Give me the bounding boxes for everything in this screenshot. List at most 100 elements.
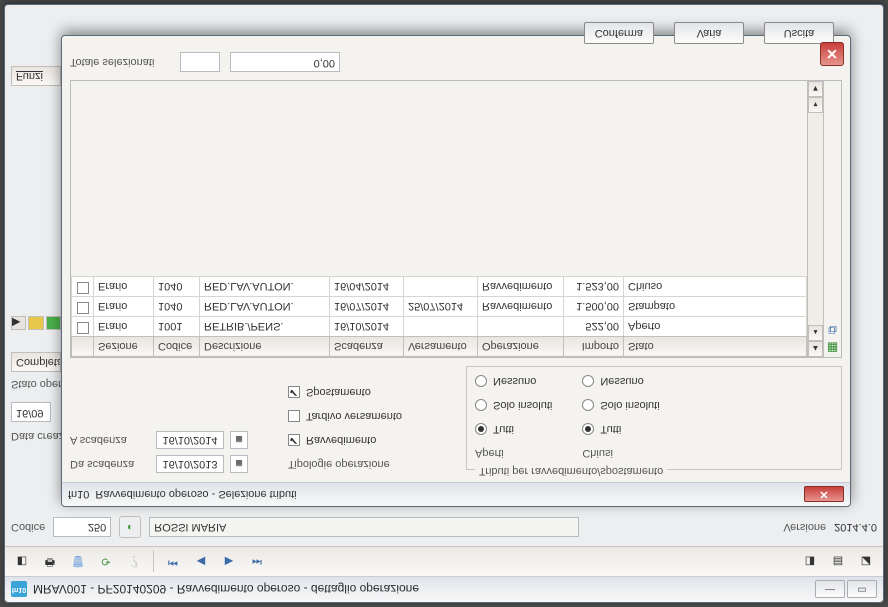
totals-row: Totale selezionati 0,00 xyxy=(70,52,842,72)
aperti-tutti-label: Tutti xyxy=(493,423,514,435)
cell-stato: Chiuso xyxy=(624,277,807,297)
scroll-down-icon[interactable]: ▼ xyxy=(808,81,823,97)
panel-bottom-icon[interactable]: ◪ xyxy=(855,551,877,573)
col-sel[interactable] xyxy=(72,337,94,357)
da-scadenza-input[interactable] xyxy=(156,455,224,473)
spostamento-label: Spostamento xyxy=(306,386,371,398)
col-importo[interactable]: Importo xyxy=(564,337,624,357)
row-checkbox[interactable] xyxy=(77,282,89,294)
menu-funzioni[interactable]: Funzi xyxy=(11,66,61,86)
tardivo-checkbox[interactable] xyxy=(288,410,300,422)
scroll-up2-icon[interactable]: ▴ xyxy=(808,325,823,341)
dialog-icon: fn10 xyxy=(68,489,89,501)
table-row[interactable]: Erario1040RED.LAV.AUTON.16/04/2014Ravved… xyxy=(72,277,807,297)
conferma-button[interactable]: Conferma xyxy=(584,22,654,44)
dialog-titlebar: fn10 Ravvedimento operoso - Selezione tr… xyxy=(62,482,850,506)
led-3[interactable] xyxy=(46,316,61,330)
col-stato[interactable]: Stato xyxy=(624,337,807,357)
varia-button[interactable]: Varia xyxy=(674,22,744,44)
tab-completate[interactable]: Completate xyxy=(11,352,61,372)
codice-name-field xyxy=(149,517,579,537)
cell-sezione: Erario xyxy=(94,277,154,297)
table-copy-icon[interactable]: ⧉ xyxy=(824,321,841,339)
statoop-label: Stato operazione xyxy=(11,372,61,394)
led-1[interactable]: ▶ xyxy=(11,316,26,330)
scroll-track[interactable] xyxy=(808,113,823,325)
codice-input[interactable] xyxy=(53,517,111,537)
cell-importo: 1.500,00 xyxy=(564,297,624,317)
codice-label: Codice xyxy=(11,521,45,533)
cell-descrizione: RED.LAV.AUTON. xyxy=(200,297,330,317)
cell-stato: Aperto xyxy=(624,317,807,337)
main-title: MRAV001 - PF20140209 - Ravvedimento oper… xyxy=(33,583,419,597)
scroll-down2-icon[interactable]: ▾ xyxy=(808,97,823,113)
minimize-button[interactable]: — xyxy=(815,581,845,599)
filter-panel: Da scadenza ▦ A scadenza ▦ Tipologie ope… xyxy=(70,366,842,474)
col-codice[interactable]: Codice xyxy=(154,337,200,357)
chiusi-nessuno-label: Nessuno xyxy=(600,375,643,387)
nav-prev-icon[interactable]: ◀ xyxy=(190,551,212,573)
da-scadenza-label: Da scadenza xyxy=(70,458,150,470)
table-row[interactable]: Erario1001RETRIB./PENS.16/10/2014522,00A… xyxy=(72,317,807,337)
totale-amount: 0,00 xyxy=(230,52,340,72)
panel-left-icon[interactable]: ◨ xyxy=(799,551,821,573)
table-side-tools: ▦ ⧉ xyxy=(823,81,841,357)
selection-dialog: fn10 Ravvedimento operoso - Selezione tr… xyxy=(61,35,851,507)
cell-scadenza: 16/07/2014 xyxy=(330,297,404,317)
ravvedimento-checkbox[interactable] xyxy=(288,434,300,446)
chiusi-label: Chiusi xyxy=(582,447,613,459)
refresh-icon[interactable]: ⟳ xyxy=(95,551,117,573)
dialog-bottom-close-icon[interactable]: ✕ xyxy=(820,42,844,66)
aperti-tutti-radio[interactable] xyxy=(475,423,487,435)
table-excel-icon[interactable]: ▦ xyxy=(824,339,841,357)
calendar-icon[interactable]: ▦ xyxy=(230,455,248,473)
cell-stato: Stampato xyxy=(624,297,807,317)
cell-sezione: Erario xyxy=(94,297,154,317)
panel-right-icon[interactable]: ▤ xyxy=(827,551,849,573)
dialog-close-button[interactable]: ✕ xyxy=(804,487,844,503)
aperti-nessuno-radio[interactable] xyxy=(475,375,487,387)
table-row[interactable]: Erario1040RED.LAV.AUTON.16/07/201425/07/… xyxy=(72,297,807,317)
col-descrizione[interactable]: Descrizione xyxy=(200,337,330,357)
scroll-up-icon[interactable]: ▲ xyxy=(808,341,823,357)
parent-left-strip: Data creazione 16/09 Stato operazione Co… xyxy=(11,62,61,446)
cell-versamento: 25/07/2014 xyxy=(404,297,478,317)
aperti-nessuno-label: Nessuno xyxy=(493,375,536,387)
chiusi-nessuno-radio[interactable] xyxy=(582,375,594,387)
uscita-button[interactable]: Uscita xyxy=(764,22,834,44)
tributi-group: Tributi per ravvedimento/spostamento Ape… xyxy=(466,366,842,470)
chiusi-tutti-radio[interactable] xyxy=(582,423,594,435)
tipologie-label: Tipologie operazione xyxy=(288,458,390,470)
row-checkbox[interactable] xyxy=(77,302,89,314)
table-scrollbar[interactable]: ▲ ▴ ▾ ▼ xyxy=(807,81,823,357)
nav-next-icon[interactable]: ▶ xyxy=(218,551,240,573)
spostamento-checkbox[interactable] xyxy=(288,386,300,398)
delete-icon[interactable]: 🗑 xyxy=(67,551,89,573)
cell-scadenza: 16/10/2014 xyxy=(330,317,404,337)
print-icon[interactable]: 🖶 xyxy=(39,551,61,573)
help-icon[interactable]: ❔ xyxy=(123,551,145,573)
a-scadenza-input[interactable] xyxy=(156,431,224,449)
col-operazione[interactable]: Operazione xyxy=(478,337,564,357)
col-sezione[interactable]: Sezione xyxy=(94,337,154,357)
led-2[interactable] xyxy=(28,316,43,330)
col-scadenza[interactable]: Scadenza xyxy=(330,337,404,357)
codice-search-icon[interactable]: ◐ xyxy=(119,516,141,538)
app-icon: fn10 xyxy=(11,582,27,598)
calendar-icon[interactable]: ▦ xyxy=(230,431,248,449)
nav-last-icon[interactable]: ⏭ xyxy=(246,551,268,573)
aperti-soloins-radio[interactable] xyxy=(475,399,487,411)
nav-led-strip: ▶ xyxy=(11,316,61,330)
row-checkbox[interactable] xyxy=(77,322,89,334)
back-icon[interactable]: ◧ xyxy=(11,551,33,573)
cell-operazione: Ravvedimento xyxy=(478,277,564,297)
chiusi-soloins-radio[interactable] xyxy=(582,399,594,411)
col-versamento[interactable]: Versamento xyxy=(404,337,478,357)
datacrea-value[interactable]: 16/09 xyxy=(11,402,51,422)
nav-first-icon[interactable]: ⏮ xyxy=(162,551,184,573)
cell-codice: 1040 xyxy=(154,297,200,317)
maximize-button[interactable]: ▭ xyxy=(847,581,877,599)
aperti-label: Aperti xyxy=(475,447,504,459)
main-toolbar: ◧ 🖶 🗑 ⟳ ❔ ⏮ ◀ ▶ ⏭ ◨ ▤ ◪ xyxy=(5,546,883,576)
cell-scadenza: 16/04/2014 xyxy=(330,277,404,297)
